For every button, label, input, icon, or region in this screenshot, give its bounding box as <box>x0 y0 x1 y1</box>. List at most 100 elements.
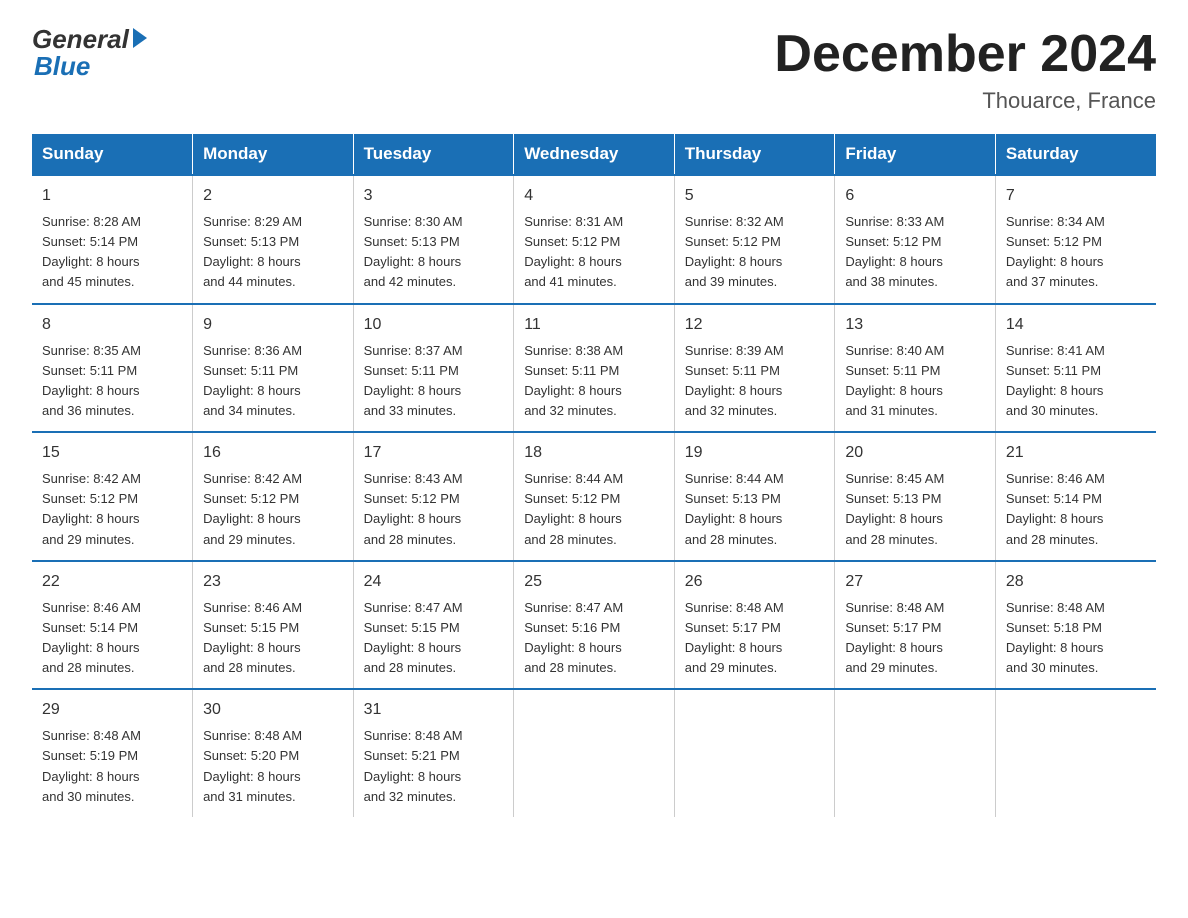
col-thursday: Thursday <box>674 134 835 175</box>
day-info: Sunrise: 8:47 AM Sunset: 5:16 PM Dayligh… <box>524 598 664 679</box>
day-info: Sunrise: 8:48 AM Sunset: 5:21 PM Dayligh… <box>364 726 504 807</box>
day-number: 26 <box>685 570 825 594</box>
day-info: Sunrise: 8:36 AM Sunset: 5:11 PM Dayligh… <box>203 341 343 422</box>
day-number: 25 <box>524 570 664 594</box>
day-number: 15 <box>42 441 182 465</box>
day-number: 19 <box>685 441 825 465</box>
col-saturday: Saturday <box>995 134 1156 175</box>
day-number: 31 <box>364 698 504 722</box>
calendar-header: Sunday Monday Tuesday Wednesday Thursday… <box>32 134 1156 175</box>
day-number: 2 <box>203 184 343 208</box>
day-info: Sunrise: 8:31 AM Sunset: 5:12 PM Dayligh… <box>524 212 664 293</box>
day-info: Sunrise: 8:42 AM Sunset: 5:12 PM Dayligh… <box>42 469 182 550</box>
calendar-day-cell: 11 Sunrise: 8:38 AM Sunset: 5:11 PM Dayl… <box>514 304 675 433</box>
logo: General Blue <box>32 24 147 82</box>
day-info: Sunrise: 8:44 AM Sunset: 5:12 PM Dayligh… <box>524 469 664 550</box>
day-info: Sunrise: 8:34 AM Sunset: 5:12 PM Dayligh… <box>1006 212 1146 293</box>
day-info: Sunrise: 8:35 AM Sunset: 5:11 PM Dayligh… <box>42 341 182 422</box>
day-number: 29 <box>42 698 182 722</box>
day-info: Sunrise: 8:39 AM Sunset: 5:11 PM Dayligh… <box>685 341 825 422</box>
col-sunday: Sunday <box>32 134 193 175</box>
calendar-day-cell <box>514 689 675 817</box>
header-row: Sunday Monday Tuesday Wednesday Thursday… <box>32 134 1156 175</box>
day-info: Sunrise: 8:44 AM Sunset: 5:13 PM Dayligh… <box>685 469 825 550</box>
calendar-day-cell: 26 Sunrise: 8:48 AM Sunset: 5:17 PM Dayl… <box>674 561 835 690</box>
calendar-day-cell: 24 Sunrise: 8:47 AM Sunset: 5:15 PM Dayl… <box>353 561 514 690</box>
day-info: Sunrise: 8:45 AM Sunset: 5:13 PM Dayligh… <box>845 469 985 550</box>
day-number: 12 <box>685 313 825 337</box>
day-number: 23 <box>203 570 343 594</box>
col-tuesday: Tuesday <box>353 134 514 175</box>
calendar-day-cell: 6 Sunrise: 8:33 AM Sunset: 5:12 PM Dayli… <box>835 175 996 304</box>
day-number: 17 <box>364 441 504 465</box>
day-info: Sunrise: 8:46 AM Sunset: 5:15 PM Dayligh… <box>203 598 343 679</box>
calendar-day-cell: 27 Sunrise: 8:48 AM Sunset: 5:17 PM Dayl… <box>835 561 996 690</box>
day-number: 13 <box>845 313 985 337</box>
calendar-day-cell: 14 Sunrise: 8:41 AM Sunset: 5:11 PM Dayl… <box>995 304 1156 433</box>
day-info: Sunrise: 8:48 AM Sunset: 5:17 PM Dayligh… <box>685 598 825 679</box>
calendar-day-cell: 3 Sunrise: 8:30 AM Sunset: 5:13 PM Dayli… <box>353 175 514 304</box>
calendar-week-row: 29 Sunrise: 8:48 AM Sunset: 5:19 PM Dayl… <box>32 689 1156 817</box>
day-number: 5 <box>685 184 825 208</box>
location-label: Thouarce, France <box>774 88 1156 114</box>
day-number: 22 <box>42 570 182 594</box>
calendar-day-cell: 18 Sunrise: 8:44 AM Sunset: 5:12 PM Dayl… <box>514 432 675 561</box>
calendar-day-cell: 28 Sunrise: 8:48 AM Sunset: 5:18 PM Dayl… <box>995 561 1156 690</box>
day-number: 28 <box>1006 570 1146 594</box>
calendar-day-cell: 13 Sunrise: 8:40 AM Sunset: 5:11 PM Dayl… <box>835 304 996 433</box>
day-info: Sunrise: 8:37 AM Sunset: 5:11 PM Dayligh… <box>364 341 504 422</box>
day-info: Sunrise: 8:48 AM Sunset: 5:19 PM Dayligh… <box>42 726 182 807</box>
day-info: Sunrise: 8:40 AM Sunset: 5:11 PM Dayligh… <box>845 341 985 422</box>
day-info: Sunrise: 8:46 AM Sunset: 5:14 PM Dayligh… <box>1006 469 1146 550</box>
calendar-day-cell: 21 Sunrise: 8:46 AM Sunset: 5:14 PM Dayl… <box>995 432 1156 561</box>
calendar-day-cell: 17 Sunrise: 8:43 AM Sunset: 5:12 PM Dayl… <box>353 432 514 561</box>
day-number: 6 <box>845 184 985 208</box>
day-number: 9 <box>203 313 343 337</box>
month-title: December 2024 <box>774 24 1156 84</box>
calendar-day-cell: 16 Sunrise: 8:42 AM Sunset: 5:12 PM Dayl… <box>193 432 354 561</box>
day-info: Sunrise: 8:29 AM Sunset: 5:13 PM Dayligh… <box>203 212 343 293</box>
calendar-day-cell: 23 Sunrise: 8:46 AM Sunset: 5:15 PM Dayl… <box>193 561 354 690</box>
day-number: 24 <box>364 570 504 594</box>
calendar-day-cell: 22 Sunrise: 8:46 AM Sunset: 5:14 PM Dayl… <box>32 561 193 690</box>
calendar-day-cell: 12 Sunrise: 8:39 AM Sunset: 5:11 PM Dayl… <box>674 304 835 433</box>
day-info: Sunrise: 8:28 AM Sunset: 5:14 PM Dayligh… <box>42 212 182 293</box>
calendar-day-cell: 19 Sunrise: 8:44 AM Sunset: 5:13 PM Dayl… <box>674 432 835 561</box>
day-number: 30 <box>203 698 343 722</box>
day-number: 14 <box>1006 313 1146 337</box>
day-number: 21 <box>1006 441 1146 465</box>
calendar-day-cell: 29 Sunrise: 8:48 AM Sunset: 5:19 PM Dayl… <box>32 689 193 817</box>
calendar-day-cell: 1 Sunrise: 8:28 AM Sunset: 5:14 PM Dayli… <box>32 175 193 304</box>
calendar-week-row: 1 Sunrise: 8:28 AM Sunset: 5:14 PM Dayli… <box>32 175 1156 304</box>
calendar-day-cell: 25 Sunrise: 8:47 AM Sunset: 5:16 PM Dayl… <box>514 561 675 690</box>
calendar-day-cell <box>674 689 835 817</box>
calendar-day-cell <box>835 689 996 817</box>
day-info: Sunrise: 8:30 AM Sunset: 5:13 PM Dayligh… <box>364 212 504 293</box>
day-info: Sunrise: 8:43 AM Sunset: 5:12 PM Dayligh… <box>364 469 504 550</box>
day-info: Sunrise: 8:48 AM Sunset: 5:18 PM Dayligh… <box>1006 598 1146 679</box>
day-info: Sunrise: 8:48 AM Sunset: 5:17 PM Dayligh… <box>845 598 985 679</box>
calendar-week-row: 8 Sunrise: 8:35 AM Sunset: 5:11 PM Dayli… <box>32 304 1156 433</box>
day-number: 20 <box>845 441 985 465</box>
day-info: Sunrise: 8:38 AM Sunset: 5:11 PM Dayligh… <box>524 341 664 422</box>
calendar-week-row: 22 Sunrise: 8:46 AM Sunset: 5:14 PM Dayl… <box>32 561 1156 690</box>
logo-arrow-icon <box>133 28 147 48</box>
calendar-table: Sunday Monday Tuesday Wednesday Thursday… <box>32 134 1156 817</box>
calendar-day-cell: 5 Sunrise: 8:32 AM Sunset: 5:12 PM Dayli… <box>674 175 835 304</box>
day-number: 18 <box>524 441 664 465</box>
calendar-day-cell: 10 Sunrise: 8:37 AM Sunset: 5:11 PM Dayl… <box>353 304 514 433</box>
calendar-day-cell: 8 Sunrise: 8:35 AM Sunset: 5:11 PM Dayli… <box>32 304 193 433</box>
day-info: Sunrise: 8:33 AM Sunset: 5:12 PM Dayligh… <box>845 212 985 293</box>
day-number: 7 <box>1006 184 1146 208</box>
col-monday: Monday <box>193 134 354 175</box>
logo-blue-text: Blue <box>34 51 90 82</box>
day-info: Sunrise: 8:41 AM Sunset: 5:11 PM Dayligh… <box>1006 341 1146 422</box>
title-block: December 2024 Thouarce, France <box>774 24 1156 114</box>
calendar-week-row: 15 Sunrise: 8:42 AM Sunset: 5:12 PM Dayl… <box>32 432 1156 561</box>
calendar-day-cell: 15 Sunrise: 8:42 AM Sunset: 5:12 PM Dayl… <box>32 432 193 561</box>
day-info: Sunrise: 8:42 AM Sunset: 5:12 PM Dayligh… <box>203 469 343 550</box>
calendar-day-cell <box>995 689 1156 817</box>
day-number: 11 <box>524 313 664 337</box>
calendar-day-cell: 4 Sunrise: 8:31 AM Sunset: 5:12 PM Dayli… <box>514 175 675 304</box>
day-info: Sunrise: 8:46 AM Sunset: 5:14 PM Dayligh… <box>42 598 182 679</box>
